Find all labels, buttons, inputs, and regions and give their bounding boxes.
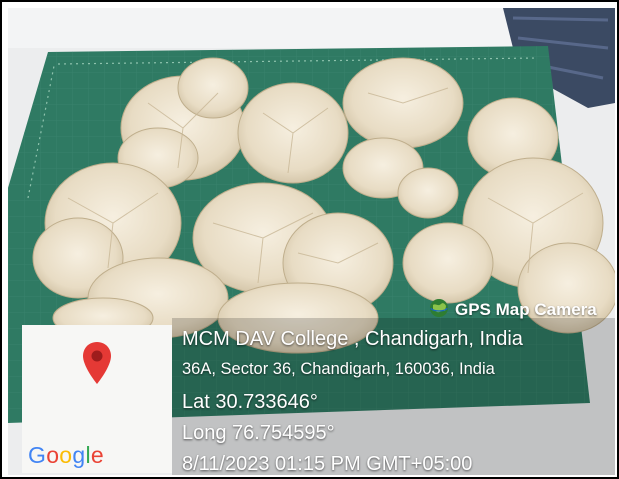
google-logo-letter: o xyxy=(46,442,60,468)
google-logo: Google xyxy=(28,442,104,469)
latitude-readout: Lat 30.733646° xyxy=(182,391,318,413)
timestamp: 8/11/2023 01:15 PM GMT+05:00 xyxy=(182,453,473,475)
map-pin-icon xyxy=(82,341,112,389)
google-logo-letter: g xyxy=(72,442,86,468)
photo-frame: Google GPS Map Camera MCM DAV College , … xyxy=(0,0,619,479)
google-logo-letter: o xyxy=(59,442,73,468)
gps-brand-label: GPS Map Camera xyxy=(455,300,597,319)
google-logo-letter: G xyxy=(28,442,47,468)
gps-brand-badge: GPS Map Camera xyxy=(429,298,597,323)
globe-icon xyxy=(429,298,449,323)
address-line: 36A, Sector 36, Chandigarh, 160036, Indi… xyxy=(182,360,495,378)
place-name: MCM DAV College , Chandigarh, India xyxy=(182,328,523,350)
google-logo-letter: e xyxy=(90,442,104,468)
longitude-readout: Long 76.754595° xyxy=(182,422,335,444)
location-info-overlay: MCM DAV College , Chandigarh, India 36A,… xyxy=(178,325,617,475)
map-thumbnail: Google xyxy=(22,325,172,473)
